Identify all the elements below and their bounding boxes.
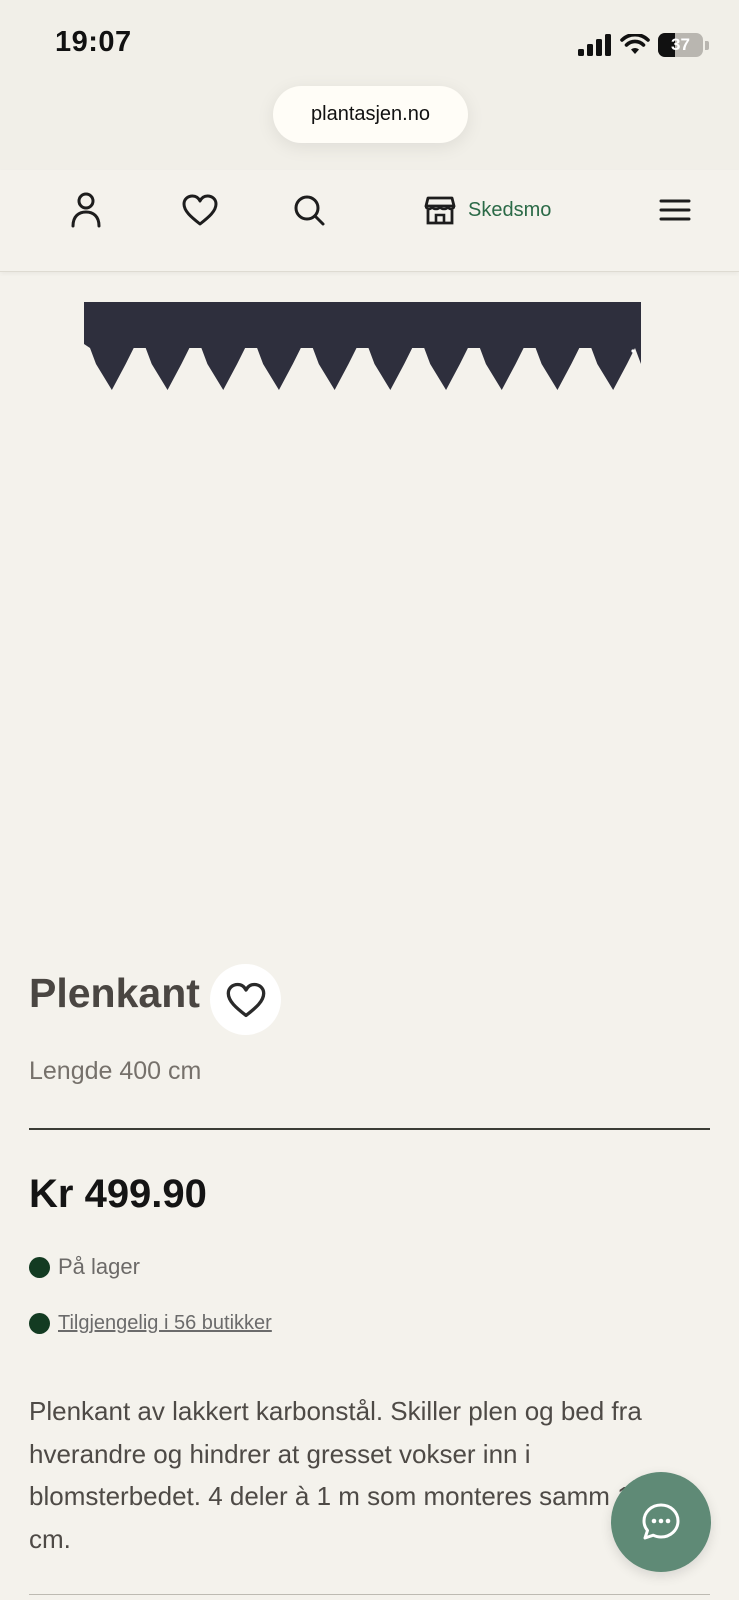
menu-icon — [659, 199, 691, 221]
add-to-favorites-button[interactable] — [210, 964, 281, 1035]
battery-icon: 37 — [658, 33, 703, 57]
stock-dot — [29, 1256, 50, 1278]
store-icon — [424, 196, 456, 225]
status-time: 19:07 — [55, 26, 132, 58]
lawn-edging-image — [84, 302, 641, 390]
divider — [29, 1128, 710, 1130]
status-icons: 37 — [578, 30, 709, 60]
status-bar: 19:07 37 — [0, 0, 739, 80]
store-name: Skedsmo — [468, 198, 552, 221]
account-button[interactable] — [64, 188, 108, 232]
product-image[interactable] — [0, 272, 739, 912]
product-subtitle: Lengde 400 cm — [29, 1057, 202, 1085]
store-selector[interactable]: Skedsmo — [424, 190, 551, 230]
search-button[interactable] — [287, 188, 331, 232]
heart-icon — [226, 982, 265, 1017]
product-description: Plenkant av lakkert karbonstål. Skiller … — [29, 1396, 647, 1554]
site-header: Skedsmo — [0, 170, 739, 272]
availability-dot — [29, 1313, 50, 1334]
product-page: 19:07 37 plantasjen.no Skedsmo Plenkant … — [0, 0, 739, 1600]
store-availability: Tilgjengelig i 56 butikker — [29, 1312, 272, 1335]
search-icon — [294, 195, 325, 226]
availability-link[interactable]: Tilgjengelig i 56 butikker — [58, 1312, 272, 1335]
battery-tip — [705, 40, 709, 50]
heart-icon — [182, 194, 218, 226]
browser-url-area: plantasjen.no — [0, 80, 739, 170]
product-title: Plenkant — [29, 970, 200, 1016]
signal-icon — [578, 34, 611, 56]
chat-icon — [642, 1503, 680, 1540]
menu-button[interactable] — [653, 188, 697, 232]
user-icon — [71, 192, 101, 228]
wishlist-button[interactable] — [178, 188, 222, 232]
wifi-icon — [620, 34, 650, 54]
stock-status: På lager — [29, 1254, 140, 1280]
divider-bottom — [29, 1594, 710, 1595]
product-price: Kr 499.90 — [29, 1172, 207, 1216]
url-bar[interactable]: plantasjen.no — [273, 86, 468, 143]
chat-button[interactable] — [611, 1472, 711, 1572]
battery-percent: 37 — [671, 35, 690, 54]
stock-status-text: På lager — [58, 1254, 140, 1279]
